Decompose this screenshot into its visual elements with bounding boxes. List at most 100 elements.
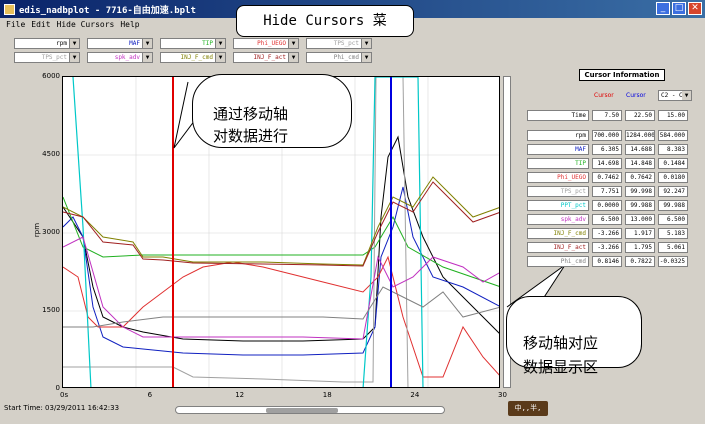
cursor-information-panel: Cursor Information Cursor Cursor C2 - C1… — [527, 68, 692, 273]
cursor-info-value-d: 92.247 — [658, 186, 688, 197]
signal-select-value: TPS_pct — [333, 40, 359, 47]
y-tick-label: 1500 — [42, 306, 60, 314]
cursor-info-value-d: 0.1484 — [658, 158, 688, 169]
cursor-info-row: rpm 700.000 1284.000 584.000 — [527, 130, 688, 141]
dropdown-arrow-icon[interactable]: ▼ — [142, 39, 152, 48]
cursor-info-value-c2: 14.688 — [625, 144, 655, 155]
menu-help[interactable]: Help — [120, 20, 139, 29]
cursor-info-value-d: -0.0325 — [658, 256, 688, 267]
cursor-info-signal-name: TPS_pct — [527, 186, 589, 197]
window-title: edis_nadbplot - 7716-自由加速.bplt — [19, 5, 196, 16]
signal-select-r2-3[interactable]: INJ_F_act ▼ — [233, 52, 299, 63]
cursor-info-row: TPS_pct 7.751 99.998 92.247 — [527, 186, 688, 197]
menu-hide-cursors[interactable]: Hide Cursors — [57, 20, 115, 29]
cursor-info-value-c2: 0.7822 — [625, 256, 655, 267]
cursor-info-row: INJ_F_cmd -3.266 1.917 5.183 — [527, 228, 688, 239]
close-button[interactable]: ✕ — [688, 2, 702, 15]
cursor-info-value-c2: 1.795 — [625, 242, 655, 253]
dropdown-arrow-icon[interactable]: ▼ — [682, 91, 691, 100]
cursor-info-value-d: 5.061 — [658, 242, 688, 253]
move-axis-callout-text: 通过移动轴 对数据进行 分析 — [213, 105, 289, 145]
cursor-info-signal-name: MAF — [527, 144, 589, 155]
trace-rpm — [63, 135, 499, 342]
cursor-info-value-c2: 14.848 — [625, 158, 655, 169]
x-tick-label: 12 — [235, 391, 245, 399]
display-area-callout-text: 移动轴对应 数据显示区 — [523, 334, 599, 376]
signal-select-r2-1[interactable]: spk_adv ▼ — [87, 52, 153, 63]
y-tick-label: 4500 — [42, 150, 60, 158]
cursor-info-row: PPT_pct 0.0000 99.988 99.988 — [527, 200, 688, 211]
dropdown-arrow-icon[interactable]: ▼ — [69, 39, 79, 48]
y-tick-label: 3000 — [42, 228, 60, 236]
cursor-info-value-c1: 700.000 — [592, 130, 622, 141]
cursor-info-signal-name: PPT_pct — [527, 200, 589, 211]
cursor-info-value-c1: 0.0000 — [592, 200, 622, 211]
dropdown-arrow-icon[interactable]: ▼ — [69, 53, 79, 62]
cursor-info-value-c2: 99.988 — [625, 200, 655, 211]
signal-select-r1-1[interactable]: MAF ▼ — [87, 38, 153, 49]
signal-select-value: Phi_cmd — [333, 54, 359, 61]
signal-select-value: spk_adv — [114, 54, 140, 61]
y-tick-label: 0 — [55, 384, 60, 392]
cursor-info-value-c1: 0.7462 — [592, 172, 622, 183]
cursor-2-header: Cursor — [626, 92, 646, 99]
signal-select-r1-0[interactable]: rpm ▼ — [14, 38, 80, 49]
cursor-info-value-c1: 6.500 — [592, 214, 622, 225]
cursor-info-signal-name: spk_adv — [527, 214, 589, 225]
cursor-info-row: TIP 14.698 14.848 0.1484 — [527, 158, 688, 169]
cursor-info-value-d: 584.000 — [658, 130, 688, 141]
cursor-info-row: Time 7.50 22.50 15.00 — [527, 110, 688, 121]
menu-file[interactable]: File — [6, 20, 25, 29]
cursor-info-value-c1: 7.751 — [592, 186, 622, 197]
cursor-info-value-d: 15.00 — [658, 110, 688, 121]
cursor-info-value-c1: 7.50 — [592, 110, 622, 121]
cursor-info-signal-name: rpm — [527, 130, 589, 141]
cursor-info-signal-name: Phi_cmd — [527, 256, 589, 267]
cursor-info-value-c2: 99.998 — [625, 186, 655, 197]
dropdown-arrow-icon[interactable]: ▼ — [215, 39, 225, 48]
signal-select-r1-2[interactable]: TIP ▼ — [160, 38, 226, 49]
trace-spk-adv — [63, 236, 499, 340]
ime-badge: 中,,半, — [508, 401, 548, 416]
cursor-info-signal-name: INJ_F_act — [527, 242, 589, 253]
signal-select-r2-2[interactable]: INJ_F_cmd ▼ — [160, 52, 226, 63]
cursor-info-signal-name: Time — [527, 110, 589, 121]
cursor-info-value-c1: 0.8146 — [592, 256, 622, 267]
signal-select-value: rpm — [56, 40, 67, 47]
signal-select-r1-3[interactable]: Phi_UEGO ▼ — [233, 38, 299, 49]
scroll-thumb[interactable] — [266, 408, 338, 413]
start-time: Start Time: 03/29/2011 16:42:33 — [4, 404, 120, 412]
cursor-info-value-c2: 1.917 — [625, 228, 655, 239]
trace-phi-cmd — [63, 286, 499, 328]
diff-mode-select[interactable]: C2 - C1 ▼ — [658, 90, 692, 101]
x-tick-label: 24 — [410, 391, 420, 399]
cursor-info-row: MAF 6.305 14.688 8.383 — [527, 144, 688, 155]
cursor-info-value-c1: 14.698 — [592, 158, 622, 169]
horizontal-scrollbar[interactable] — [175, 406, 445, 414]
trace-tip — [63, 196, 499, 287]
dropdown-arrow-icon[interactable]: ▼ — [361, 53, 371, 62]
dropdown-arrow-icon[interactable]: ▼ — [361, 39, 371, 48]
cursor-info-value-c1: -3.266 — [592, 228, 622, 239]
signal-select-value: INJ_F_cmd — [180, 54, 213, 61]
cursor-info-signal-name: INJ_F_cmd — [527, 228, 589, 239]
signal-select-value: TIP — [202, 40, 213, 47]
menu-edit[interactable]: Edit — [31, 20, 50, 29]
cursor-info-value-c1: -3.266 — [592, 242, 622, 253]
signal-select-r2-4[interactable]: Phi_cmd ▼ — [306, 52, 372, 63]
dropdown-arrow-icon[interactable]: ▼ — [142, 53, 152, 62]
cursor-info-value-c2: 22.50 — [625, 110, 655, 121]
dropdown-arrow-icon[interactable]: ▼ — [288, 53, 298, 62]
signal-select-r1-4[interactable]: TPS_pct ▼ — [306, 38, 372, 49]
signal-select-r2-0[interactable]: TPS_pct ▼ — [14, 52, 80, 63]
minimize-button[interactable]: _ — [656, 2, 670, 15]
dropdown-arrow-icon[interactable]: ▼ — [215, 53, 225, 62]
dropdown-arrow-icon[interactable]: ▼ — [288, 39, 298, 48]
x-tick-label: 0s — [60, 391, 69, 399]
cursor-1-header: Cursor — [594, 92, 614, 99]
signal-select-value: TPS_pct — [41, 54, 67, 61]
x-tick-label: 6 — [147, 391, 153, 399]
maximize-button[interactable]: □ — [672, 2, 686, 15]
cursor-info-value-c1: 6.305 — [592, 144, 622, 155]
display-area-callout: 移动轴对应 数据显示区 — [506, 296, 642, 376]
